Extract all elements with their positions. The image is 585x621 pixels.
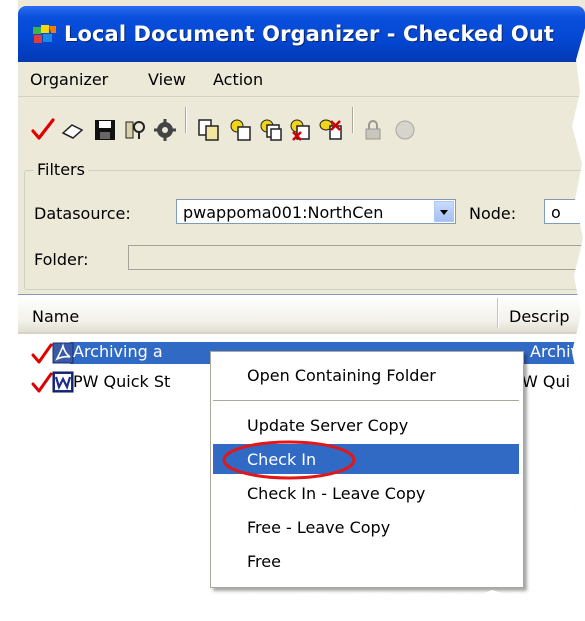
menu-view[interactable]: View [148, 70, 186, 89]
window-title: Local Document Organizer - Checked Out [64, 22, 555, 46]
column-header-description[interactable]: Descrip [509, 307, 569, 326]
list-header [18, 296, 585, 334]
copy-document-icon[interactable] [196, 117, 222, 143]
copy-document-2-icon[interactable] [228, 117, 254, 143]
menu-action[interactable]: Action [213, 70, 263, 89]
save-icon[interactable] [92, 117, 118, 143]
toolbar-separator [185, 107, 187, 133]
tools-icon[interactable] [122, 117, 148, 143]
folder-field[interactable] [128, 245, 585, 270]
checkmark-icon[interactable] [30, 117, 56, 143]
folder-label: Folder: [34, 250, 89, 269]
node-value: o [551, 203, 561, 222]
annotation-ellipse [222, 440, 356, 480]
checked-out-icon-2 [31, 372, 53, 393]
copy-multiple-icon[interactable] [258, 117, 284, 143]
globe-icon[interactable] [392, 117, 418, 143]
chevron-down-icon[interactable] [434, 201, 454, 222]
eraser-icon[interactable] [60, 117, 86, 143]
free-document-icon[interactable] [318, 117, 344, 143]
menu-item-update-server-copy[interactable]: Update Server Copy [247, 416, 408, 435]
filters-group [24, 170, 585, 290]
datasource-value: pwappoma001:NorthCen [183, 203, 384, 222]
menu-item-check-in-leave-copy[interactable]: Check In - Leave Copy [247, 484, 425, 503]
node-combo[interactable]: o [544, 199, 585, 224]
menu-organizer[interactable]: Organizer [30, 70, 108, 89]
menu-item-free-leave-copy[interactable]: Free - Leave Copy [247, 518, 390, 537]
checked-out-icon [31, 343, 53, 364]
row-1-description: Archiv [530, 342, 581, 361]
node-label: Node: [469, 204, 517, 223]
column-header-name[interactable]: Name [32, 307, 79, 326]
column-divider[interactable] [497, 298, 498, 328]
menu-separator [213, 400, 519, 401]
menu-item-open-containing-folder[interactable]: Open Containing Folder [247, 366, 436, 385]
row-1-name: Archiving a [73, 342, 163, 361]
row-2-description: W Qui [522, 372, 571, 391]
menu-item-free[interactable]: Free [247, 552, 281, 571]
filters-legend: Filters [34, 160, 88, 179]
toolbar-separator-2 [352, 107, 354, 133]
word-file-icon [52, 371, 74, 393]
gear-icon[interactable] [152, 117, 178, 143]
delete-copy-icon[interactable] [288, 117, 314, 143]
datasource-combo[interactable]: pwappoma001:NorthCen [176, 199, 456, 224]
application-window: Local Document Organizer - Checked Out O… [0, 0, 585, 613]
row-2-name[interactable]: PW Quick St [73, 372, 170, 391]
app-icon [33, 25, 56, 43]
datasource-label: Datasource: [34, 204, 131, 223]
pdf-file-icon [52, 342, 74, 364]
lock-icon[interactable] [360, 117, 386, 143]
